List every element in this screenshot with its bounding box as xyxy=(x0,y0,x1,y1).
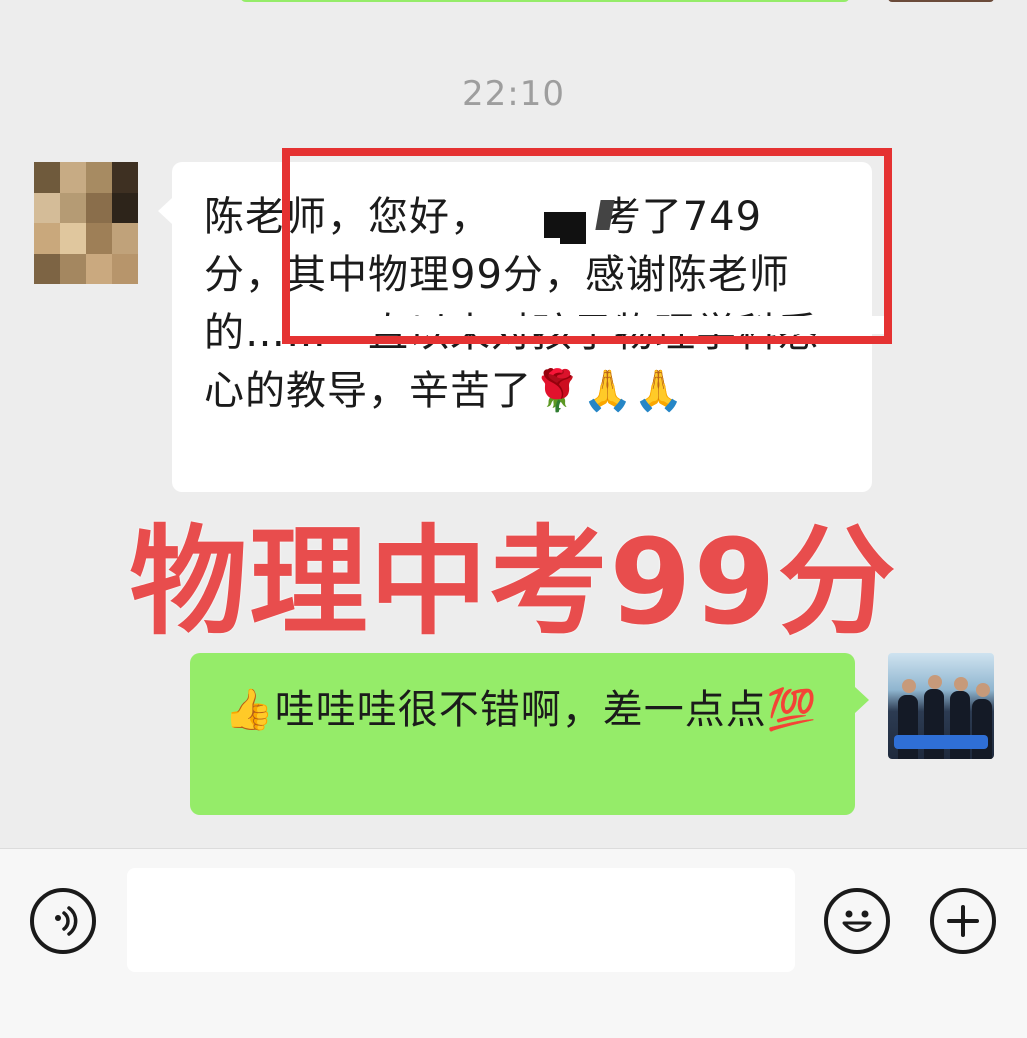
more-actions-button[interactable] xyxy=(930,888,996,954)
outgoing-message-bubble[interactable]: 👍哇哇哇很不错啊，差一点点💯 xyxy=(190,653,869,815)
red-highlight-box xyxy=(282,148,892,344)
previous-message-bubble xyxy=(240,0,850,2)
emoji-icon xyxy=(842,910,872,932)
obscured-text-strip xyxy=(290,316,884,334)
my-avatar[interactable] xyxy=(888,653,994,759)
pixelated-avatar-image xyxy=(34,162,138,284)
voice-input-button[interactable] xyxy=(30,888,96,954)
message-timestamp: 22:10 xyxy=(462,74,565,114)
overlay-caption: 物理中考99分 xyxy=(129,513,898,651)
plus-icon xyxy=(947,905,979,937)
emoji-button[interactable] xyxy=(824,888,890,954)
voice-icon xyxy=(55,906,78,936)
message-input[interactable] xyxy=(127,868,795,972)
previous-sender-avatar xyxy=(888,0,994,2)
contact-avatar[interactable] xyxy=(34,162,138,284)
outgoing-message-text: 👍哇哇哇很不错啊，差一点点💯 xyxy=(224,687,818,733)
